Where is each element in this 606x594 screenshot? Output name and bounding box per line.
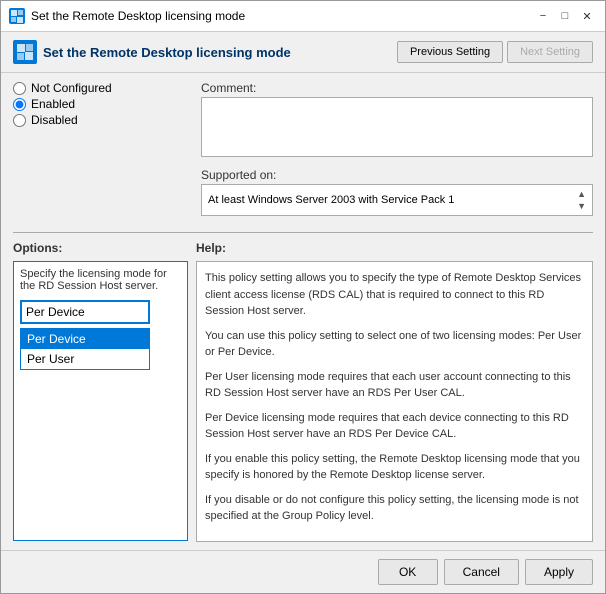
header-bar: Set the Remote Desktop licensing mode Pr… — [1, 32, 605, 73]
not-configured-option[interactable]: Not Configured — [13, 81, 193, 95]
apply-button[interactable]: Apply — [525, 559, 593, 585]
supported-field-group: Supported on: At least Windows Server 20… — [201, 168, 593, 216]
supported-box: At least Windows Server 2003 with Servic… — [201, 184, 593, 216]
disabled-radio[interactable] — [13, 114, 26, 127]
supported-value: At least Windows Server 2003 with Servic… — [208, 194, 454, 206]
title-bar: Set the Remote Desktop licensing mode − … — [1, 1, 605, 32]
supported-label: Supported on: — [201, 168, 593, 182]
disabled-label: Disabled — [31, 113, 78, 127]
ok-button[interactable]: OK — [378, 559, 438, 585]
licensing-mode-dropdown[interactable]: Per Device Per User — [20, 300, 150, 324]
options-header: Options: — [13, 241, 188, 255]
window-title: Set the Remote Desktop licensing mode — [31, 9, 245, 23]
help-panel: Help: — [196, 241, 593, 261]
dropdown-container: Per Device Per User — [20, 300, 181, 324]
help-box: This policy setting allows you to specif… — [196, 261, 593, 542]
top-section: Not Configured Enabled Disabled Comment: — [13, 81, 593, 224]
dropdown-item-per-device[interactable]: Per Device — [21, 329, 149, 349]
comment-textarea-container — [201, 97, 593, 160]
disabled-option[interactable]: Disabled — [13, 113, 193, 127]
header-title: Set the Remote Desktop licensing mode — [43, 45, 291, 60]
not-configured-radio[interactable] — [13, 82, 26, 95]
options-description: Specify the licensing mode for the RD Se… — [20, 268, 181, 292]
help-para-2: You can use this policy setting to selec… — [205, 328, 584, 361]
comment-field-group: Comment: — [201, 81, 593, 160]
previous-setting-button[interactable]: Previous Setting — [397, 41, 503, 63]
help-para-4: Per Device licensing mode requires that … — [205, 410, 584, 443]
main-window: Set the Remote Desktop licensing mode − … — [0, 0, 606, 594]
content-area: Not Configured Enabled Disabled Comment: — [1, 73, 605, 550]
help-header: Help: — [196, 241, 593, 255]
footer: OK Cancel Apply — [1, 550, 605, 593]
enabled-label: Enabled — [31, 97, 75, 111]
enabled-option[interactable]: Enabled — [13, 97, 193, 111]
section-divider — [13, 232, 593, 233]
cancel-button[interactable]: Cancel — [444, 559, 519, 585]
options-content: Specify the licensing mode for the RD Se… — [13, 261, 188, 542]
header-left: Set the Remote Desktop licensing mode — [13, 40, 291, 64]
help-para-1: This policy setting allows you to specif… — [205, 270, 584, 320]
enabled-radio[interactable] — [13, 98, 26, 111]
comment-textarea[interactable] — [201, 97, 593, 157]
help-para-5: If you enable this policy setting, the R… — [205, 451, 584, 484]
help-content: This policy setting allows you to specif… — [196, 261, 593, 542]
header-buttons: Previous Setting Next Setting — [397, 41, 593, 63]
dropdown-menu: Per Device Per User — [20, 328, 150, 370]
title-controls: − □ ✕ — [533, 7, 597, 25]
header-icon — [13, 40, 37, 64]
next-setting-button[interactable]: Next Setting — [507, 41, 593, 63]
radio-section: Not Configured Enabled Disabled — [13, 81, 193, 224]
dropdown-item-per-user[interactable]: Per User — [21, 349, 149, 369]
radio-group: Not Configured Enabled Disabled — [13, 81, 193, 127]
comment-label: Comment: — [201, 81, 593, 95]
options-panel: Options: — [13, 241, 188, 261]
help-para-3: Per User licensing mode requires that ea… — [205, 369, 584, 402]
help-para-6: If you disable or do not configure this … — [205, 492, 584, 525]
options-box: Specify the licensing mode for the RD Se… — [13, 261, 188, 541]
not-configured-label: Not Configured — [31, 81, 112, 95]
options-help-headers: Options: Help: — [13, 241, 593, 261]
title-bar-left: Set the Remote Desktop licensing mode — [9, 8, 245, 24]
comment-supported-section: Comment: Supported on: At least Windows … — [201, 81, 593, 224]
maximize-button[interactable]: □ — [555, 7, 575, 25]
window-icon — [9, 8, 25, 24]
close-button[interactable]: ✕ — [577, 7, 597, 25]
minimize-button[interactable]: − — [533, 7, 553, 25]
options-help-content: Specify the licensing mode for the RD Se… — [13, 261, 593, 542]
